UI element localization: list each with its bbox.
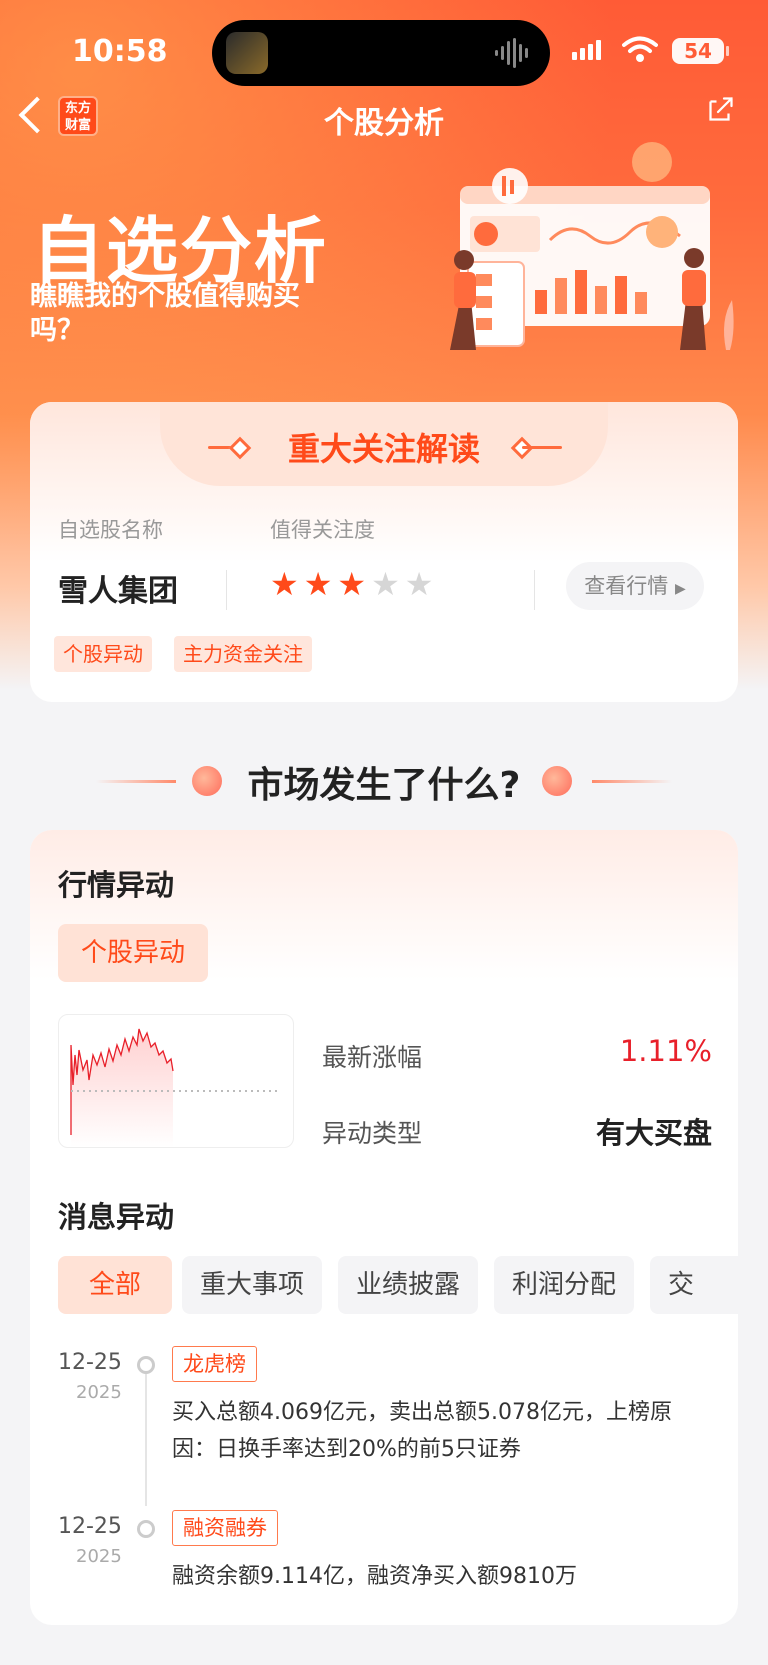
filter-chip-all[interactable]: 全部 xyxy=(58,1256,172,1314)
stock-name-label: 自选股名称 xyxy=(58,518,163,542)
focus-card: 重大关注解读 自选股名称 值得关注度 雪人集团 ★ ★ ★ ★ ★ 查看行情 ▶ 个股异… xyxy=(30,402,738,702)
divider xyxy=(534,570,535,610)
filter-chip-major-events[interactable]: 重大事项 xyxy=(182,1256,322,1314)
hero-subtitle: 瞧瞧我的个股值得购买吗？ xyxy=(30,281,300,346)
star-filled-icon: ★ xyxy=(337,565,367,603)
news-item-year: 2025 xyxy=(76,1382,122,1403)
status-bar: 10:58 54 xyxy=(0,0,768,100)
filter-chip-trading[interactable]: 交 xyxy=(650,1256,738,1314)
timeline-line xyxy=(145,1356,147,1506)
cellular-signal-icon xyxy=(572,40,601,60)
page-title: 个股分析 xyxy=(324,106,444,141)
section-deco-ball-right xyxy=(542,766,572,796)
filter-chip-profit-distribution[interactable]: 利润分配 xyxy=(494,1256,634,1314)
intraday-sparkline xyxy=(70,1028,281,1147)
star-filled-icon: ★ xyxy=(270,565,299,603)
news-item-date: 12-25 xyxy=(58,1350,122,1375)
news-item-text[interactable]: 买入总额4.069亿元，卖出总额5.078亿元，上榜原因：日换手率达到20%的前… xyxy=(172,1394,702,1468)
filter-chip-earnings[interactable]: 业绩披露 xyxy=(338,1256,478,1314)
now-playing-artwork xyxy=(226,32,268,74)
intraday-chart[interactable] xyxy=(58,1014,294,1148)
news-anomaly-title: 消息异动 xyxy=(58,1200,175,1234)
attention-label: 值得关注度 xyxy=(270,518,375,542)
news-filter-chips: 全部 重大事项 业绩披露 利润分配 交 xyxy=(58,1256,738,1316)
anomaly-card: 行情异动 个股异动 最新涨幅 1.11% 异动类型 有大买盘 消息异动 全部 重… xyxy=(30,830,738,1625)
timeline-dot xyxy=(137,1356,155,1374)
anomaly-type-label: 异动类型 xyxy=(322,1119,423,1148)
audio-wave-icon xyxy=(495,36,528,70)
tag-stock-anomaly[interactable]: 个股异动 xyxy=(54,636,152,672)
news-item-text[interactable]: 融资余额9.114亿，融资净买入额9810万 xyxy=(172,1558,702,1595)
share-icon[interactable] xyxy=(706,94,736,124)
triangle-right-icon: ▶ xyxy=(674,581,686,597)
latest-change-label: 最新涨幅 xyxy=(322,1043,423,1072)
star-filled-icon: ★ xyxy=(303,565,333,603)
latest-change-value: 1.11% xyxy=(619,1034,712,1068)
star-empty-icon: ★ xyxy=(404,565,434,603)
tag-main-funds[interactable]: 主力资金关注 xyxy=(174,636,312,672)
wifi-icon xyxy=(622,36,658,62)
analysis-illustration xyxy=(450,142,734,350)
news-item-date: 12-25 xyxy=(58,1514,122,1539)
star-empty-icon: ★ xyxy=(371,565,400,603)
divider xyxy=(226,570,227,610)
news-item-tag[interactable]: 龙虎榜 xyxy=(172,1346,257,1382)
battery-tip xyxy=(726,46,729,56)
news-item-tag[interactable]: 融资融券 xyxy=(172,1510,278,1546)
dynamic-island[interactable] xyxy=(212,20,550,86)
section-deco-line-right xyxy=(592,780,672,783)
news-item-year: 2025 xyxy=(76,1546,122,1567)
stock-name: 雪人集团 xyxy=(58,574,178,609)
anomaly-type-value: 有大买盘 xyxy=(595,1116,712,1150)
nav-bar: 东方 财富 个股分析 xyxy=(0,90,768,146)
tab-stock-anomaly[interactable]: 个股异动 xyxy=(58,924,208,982)
battery-indicator: 54 xyxy=(672,38,724,64)
clock: 10:58 xyxy=(72,34,168,69)
focus-card-title: 重大关注解读 xyxy=(287,430,480,468)
timeline-dot xyxy=(137,1520,155,1538)
view-quote-label: 查看行情 xyxy=(584,574,669,598)
quote-anomaly-title: 行情异动 xyxy=(58,868,175,902)
attention-rating: ★ ★ ★ ★ ★ xyxy=(270,566,433,602)
view-quote-button[interactable]: 查看行情 ▶ xyxy=(566,562,704,610)
